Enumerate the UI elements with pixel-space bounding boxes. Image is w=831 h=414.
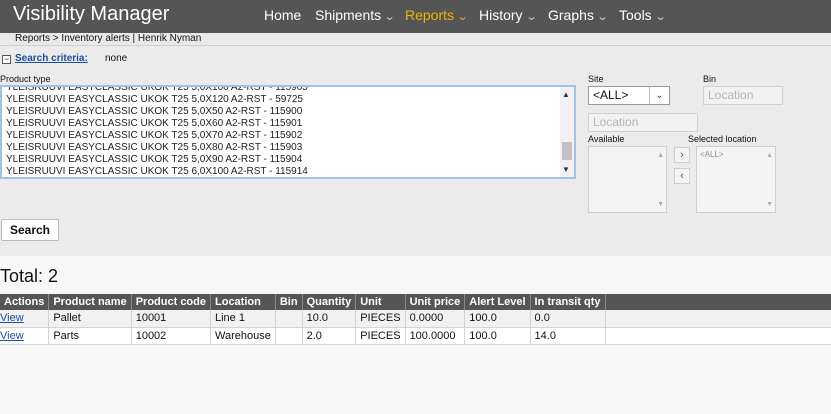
site-select[interactable]: <ALL> ⌄ <box>588 86 670 105</box>
view-link[interactable]: View <box>0 310 50 328</box>
cell-in-transit-qty: 14.0 <box>530 327 606 345</box>
selected-location-label: Selected location <box>688 134 757 144</box>
table-row: View Pallet 10001 Line 1 10.0 PIECES 0.0… <box>0 310 831 328</box>
available-label: Available <box>588 134 625 144</box>
table-row: View Parts 10002 Warehouse 2.0 PIECES 10… <box>0 327 831 345</box>
nav-shipments[interactable]: Shipments ⌄ <box>315 7 396 25</box>
cell-product-name: Pallet <box>48 310 132 328</box>
chevron-down-icon: ⌄ <box>456 11 469 23</box>
selected-location-listbox[interactable]: <ALL> ▲ ▼ <box>696 146 776 213</box>
column-header-in-transit-qty[interactable]: In transit qty <box>530 294 606 310</box>
nav-label: History <box>479 7 523 23</box>
product-type-label: Product type <box>0 74 51 84</box>
cell-unit-price: 0.0000 <box>405 310 466 328</box>
column-header-product-code[interactable]: Product code <box>131 294 212 310</box>
cell-bin <box>275 327 303 345</box>
results-total: Total: 2 <box>0 266 59 286</box>
cell-location: Line 1 <box>210 310 276 328</box>
scroll-up-icon[interactable]: ▲ <box>766 152 773 159</box>
bin-location-input[interactable]: Location <box>703 86 783 105</box>
bin-label: Bin <box>703 74 717 84</box>
cell-in-transit-qty: 0.0 <box>530 310 606 328</box>
scroll-down-icon[interactable]: ▼ <box>562 165 570 174</box>
site-selected-value: <ALL> <box>593 88 629 102</box>
list-item[interactable]: YLEISRUUVI EASYCLASSIC UKOK T25 5,0X90 A… <box>6 154 302 166</box>
location-input[interactable]: Location <box>588 113 698 132</box>
scrollbar-thumb[interactable] <box>562 142 572 160</box>
column-header-actions: Actions <box>0 294 50 310</box>
column-header-alert-level[interactable]: Alert Level <box>464 294 531 310</box>
table-header-row: Actions Product name Product code Locati… <box>0 294 831 310</box>
scroll-up-icon[interactable]: ▲ <box>562 90 570 99</box>
scroll-up-icon[interactable]: ▲ <box>657 152 664 159</box>
scrollbar[interactable]: ▲ ▼ <box>560 87 574 177</box>
search-button[interactable]: Search <box>1 219 59 241</box>
nav-tools[interactable]: Tools ⌄ <box>619 7 667 25</box>
breadcrumb-bar: Reports > Inventory alerts | Henrik Nyma… <box>0 33 831 46</box>
nav-label: Home <box>264 7 302 23</box>
cell-unit: PIECES <box>355 327 406 345</box>
cell-alert-level: 100.0 <box>464 327 531 345</box>
top-navigation-bar: Visibility Manager Home Shipments ⌄ Repor… <box>0 0 831 33</box>
search-criteria-value: none <box>105 53 128 64</box>
column-header-unit-price[interactable]: Unit price <box>405 294 466 310</box>
scroll-down-icon[interactable]: ▼ <box>766 201 773 208</box>
move-left-button[interactable]: ‹ <box>674 168 690 184</box>
cell-product-code: 10001 <box>131 310 212 328</box>
cell-location: Warehouse <box>210 327 276 345</box>
column-header-location[interactable]: Location <box>210 294 276 310</box>
breadcrumb: Reports > Inventory alerts | Henrik Nyma… <box>15 33 202 44</box>
chevron-down-icon: ⌄ <box>654 11 667 23</box>
nav-graphs[interactable]: Graphs ⌄ <box>548 7 609 25</box>
collapse-icon[interactable]: − <box>2 55 11 64</box>
header-filler <box>605 294 831 310</box>
column-header-bin[interactable]: Bin <box>275 294 303 310</box>
view-link[interactable]: View <box>0 327 50 345</box>
cell-quantity: 2.0 <box>302 327 357 345</box>
search-criteria-link[interactable]: Search criteria: <box>15 53 88 64</box>
cell-quantity: 10.0 <box>302 310 357 328</box>
row-filler <box>605 327 831 345</box>
chevron-down-icon: ⌄ <box>649 87 669 104</box>
list-item[interactable]: YLEISRUUVI EASYCLASSIC UKOK T25 5,0X100 … <box>6 87 308 94</box>
nav-label: Tools <box>619 7 652 23</box>
product-type-listbox[interactable]: YLEISRUUVI EASYCLASSIC UKOK T25 5,0X100 … <box>0 85 576 179</box>
column-header-unit[interactable]: Unit <box>355 294 406 310</box>
row-filler <box>605 310 831 328</box>
cell-unit-price: 100.0000 <box>405 327 466 345</box>
nav-reports[interactable]: Reports ⌄ <box>405 7 469 25</box>
column-header-product-name[interactable]: Product name <box>48 294 132 310</box>
cell-product-code: 10002 <box>131 327 212 345</box>
selected-location-item[interactable]: <ALL> <box>700 150 724 159</box>
chevron-down-icon: ⌄ <box>525 11 538 23</box>
list-item[interactable]: YLEISRUUVI EASYCLASSIC UKOK T25 5,0X120 … <box>6 94 303 106</box>
nav-label: Shipments <box>315 7 382 23</box>
nav-history[interactable]: History ⌄ <box>479 7 538 25</box>
scroll-down-icon[interactable]: ▼ <box>657 201 664 208</box>
list-item[interactable]: YLEISRUUVI EASYCLASSIC UKOK T25 6,0X100 … <box>6 166 308 177</box>
list-item[interactable]: YLEISRUUVI EASYCLASSIC UKOK T25 5,0X50 A… <box>6 106 302 118</box>
app-title: Visibility Manager <box>13 3 170 25</box>
cell-product-name: Parts <box>48 327 132 345</box>
site-label: Site <box>588 74 604 84</box>
list-item[interactable]: YLEISRUUVI EASYCLASSIC UKOK T25 5,0X60 A… <box>6 118 302 130</box>
list-item[interactable]: YLEISRUUVI EASYCLASSIC UKOK T25 5,0X80 A… <box>6 142 302 154</box>
cell-bin <box>275 310 303 328</box>
available-listbox[interactable]: ▲ ▼ <box>588 146 667 213</box>
chevron-down-icon: ⌄ <box>383 11 396 23</box>
results-table: Actions Product name Product code Locati… <box>0 294 831 345</box>
nav-label: Graphs <box>548 7 594 23</box>
nav-label: Reports <box>405 7 455 23</box>
column-header-quantity[interactable]: Quantity <box>302 294 357 310</box>
cell-unit: PIECES <box>355 310 406 328</box>
cell-alert-level: 100.0 <box>464 310 531 328</box>
move-right-button[interactable]: › <box>674 147 690 163</box>
list-item[interactable]: YLEISRUUVI EASYCLASSIC UKOK T25 5,0X70 A… <box>6 130 302 142</box>
chevron-down-icon: ⌄ <box>596 11 609 23</box>
nav-home[interactable]: Home <box>264 7 301 25</box>
